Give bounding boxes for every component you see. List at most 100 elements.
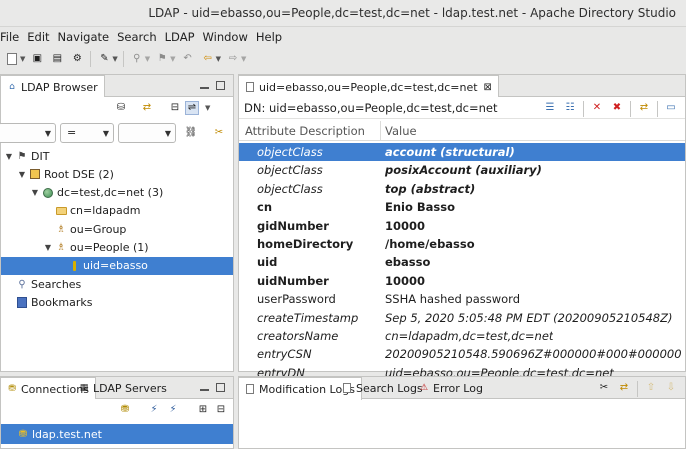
- tree-node[interactable]: ⚲ Searches: [1, 275, 233, 293]
- minimize-icon[interactable]: [198, 79, 210, 91]
- back-small-icon[interactable]: ↶: [181, 52, 195, 66]
- connect-dropdown-icon[interactable]: ▼: [112, 55, 117, 63]
- expand-toggle-icon[interactable]: ▼: [30, 188, 40, 197]
- attribute-value[interactable]: top (abstract): [381, 182, 475, 196]
- column-attribute-description[interactable]: Attribute Description: [239, 121, 381, 140]
- attribute-row[interactable]: objectClass account (structural): [239, 143, 685, 161]
- new-attribute-icon[interactable]: ☰: [543, 101, 557, 115]
- collapse-all-icon[interactable]: ⊟: [214, 403, 228, 417]
- link-with-editor-icon[interactable]: ⇌: [185, 101, 199, 115]
- expand-toggle-icon[interactable]: ▼: [4, 152, 14, 161]
- new-dropdown-icon[interactable]: ▼: [20, 55, 25, 63]
- maximize-icon[interactable]: [214, 381, 226, 393]
- tree-node[interactable]: Bookmarks: [1, 293, 233, 311]
- attribute-value[interactable]: Enio Basso: [381, 200, 455, 214]
- search-dropdown-icon[interactable]: ▼: [145, 55, 150, 63]
- menu-file[interactable]: File: [0, 30, 23, 44]
- forward-dropdown-icon[interactable]: ▼: [241, 55, 246, 63]
- close-connection-icon[interactable]: ⚡: [166, 403, 180, 417]
- attribute-row[interactable]: objectClass posixAccount (auxiliary): [239, 161, 685, 179]
- refresh-icon[interactable]: ⇄: [140, 101, 154, 115]
- tab-entry-editor[interactable]: uid=ebasso,ou=People,dc=test,dc=net ⊠: [238, 75, 499, 98]
- pin-icon[interactable]: ⚑: [155, 52, 169, 66]
- attribute-value[interactable]: Sep 5, 2020 5:05:48 PM EDT (202009052105…: [381, 311, 672, 325]
- delete-icon[interactable]: ✕: [590, 101, 604, 115]
- collapse-all-icon[interactable]: ⊟: [168, 101, 182, 115]
- attribute-value[interactable]: ebasso: [381, 255, 430, 269]
- filter-value-combo[interactable]: ▼: [118, 123, 176, 143]
- search-icon[interactable]: ⚲: [130, 52, 144, 66]
- attribute-row[interactable]: homeDirectory/home/ebasso: [239, 235, 685, 253]
- attribute-row[interactable]: uid ebasso: [239, 253, 685, 271]
- refresh-log-icon[interactable]: ⇄: [617, 381, 631, 395]
- attribute-row[interactable]: createTimestamp Sep 5, 2020 5:05:48 PM ED…: [239, 309, 685, 327]
- attribute-value[interactable]: cn=ldapadm,dc=test,dc=net: [381, 329, 553, 343]
- open-connection-icon[interactable]: ⚡: [147, 403, 161, 417]
- save-icon[interactable]: ▣: [30, 52, 44, 66]
- expand-all-icon[interactable]: ⊞: [196, 403, 210, 417]
- forward-arrow-icon[interactable]: ⇨: [226, 52, 240, 66]
- globe-icon: [42, 187, 54, 199]
- tab-ldap-servers[interactable]: ▦ LDAP Servers: [73, 377, 173, 399]
- editor-tabbar: uid=ebasso,ou=People,dc=test,dc=net ⊠: [238, 75, 685, 98]
- filter-operator-combo[interactable]: = ▼: [60, 123, 114, 143]
- next-icon[interactable]: ⇩: [664, 381, 678, 395]
- attribute-row[interactable]: cn Enio Basso: [239, 198, 685, 216]
- attribute-row[interactable]: creatorsName cn=ldapadm,dc=test,dc=net: [239, 327, 685, 345]
- tab-error-log[interactable]: ⚠ Error Log: [413, 377, 489, 399]
- clear-log-icon[interactable]: ✂: [597, 381, 611, 395]
- attribute-row[interactable]: gidNumber 10000: [239, 217, 685, 235]
- print-icon[interactable]: ▤: [50, 52, 64, 66]
- connect-icon[interactable]: ✎: [97, 52, 111, 66]
- view-menu-icon[interactable]: ▼: [205, 104, 210, 112]
- tree-node[interactable]: cn=ldapadm: [1, 202, 233, 220]
- attribute-value[interactable]: 20200905210548.590696Z#000000#000#000000: [381, 347, 682, 361]
- filter-icon[interactable]: ⛁: [114, 101, 128, 115]
- tree-node[interactable]: ▼ Root DSE (2): [1, 165, 233, 183]
- new-value-icon[interactable]: ☷: [563, 101, 577, 115]
- minimize-icon[interactable]: [198, 381, 210, 393]
- tree-node[interactable]: ▼ ♗ ou=People (1): [1, 239, 233, 257]
- connection-item[interactable]: ⛃ ldap.test.net: [1, 424, 233, 444]
- attribute-name: userPassword: [257, 292, 336, 307]
- refresh-icon[interactable]: ⇄: [637, 101, 651, 115]
- attribute-value[interactable]: /home/ebasso: [381, 237, 475, 251]
- menu-search[interactable]: Search: [113, 30, 161, 44]
- menu-navigate[interactable]: Navigate: [54, 30, 114, 44]
- tab-ldap-browser[interactable]: ⌂ LDAP Browser: [0, 75, 105, 98]
- attribute-value[interactable]: SSHA hashed password: [381, 292, 520, 306]
- attribute-row[interactable]: uidNumber 10000: [239, 272, 685, 290]
- expand-toggle-icon[interactable]: ▼: [43, 243, 53, 252]
- attribute-value[interactable]: posixAccount (auxiliary): [381, 163, 542, 177]
- menu-window[interactable]: Window: [199, 30, 252, 44]
- attribute-row[interactable]: entryCSN 20200905210548.590696Z#000000#00…: [239, 345, 685, 363]
- tree-node[interactable]: uid=ebasso: [1, 256, 233, 275]
- filter-attribute-combo[interactable]: ▼: [0, 123, 56, 143]
- delete-all-icon[interactable]: ✖: [610, 101, 624, 115]
- attribute-value[interactable]: account (structural): [381, 145, 515, 159]
- attribute-row[interactable]: userPassword SSHA hashed password: [239, 290, 685, 308]
- tree-node[interactable]: ▼ ⚑ DIT: [1, 147, 233, 165]
- attribute-value[interactable]: 10000: [381, 274, 425, 288]
- expand-toggle-icon[interactable]: ▼: [17, 170, 27, 179]
- new-icon[interactable]: [5, 52, 19, 66]
- clear-filter-icon[interactable]: ✂: [212, 126, 226, 140]
- settings-icon[interactable]: ⚙: [70, 52, 84, 66]
- close-tab-icon[interactable]: ⊠: [484, 82, 492, 93]
- back-arrow-icon[interactable]: ⇦: [201, 52, 215, 66]
- show-decorated-values-icon[interactable]: ▭: [664, 101, 678, 115]
- menu-edit[interactable]: Edit: [23, 30, 53, 44]
- menu-ldap[interactable]: LDAP: [161, 30, 199, 44]
- apply-filter-icon[interactable]: ⛓: [184, 126, 198, 140]
- previous-icon[interactable]: ⇧: [644, 381, 658, 395]
- pin-dropdown-icon[interactable]: ▼: [170, 55, 175, 63]
- menu-help[interactable]: Help: [252, 30, 286, 44]
- back-dropdown-icon[interactable]: ▼: [216, 55, 221, 63]
- new-connection-icon[interactable]: ⛃: [118, 403, 132, 417]
- attribute-row[interactable]: objectClass top (abstract): [239, 180, 685, 198]
- maximize-icon[interactable]: [214, 79, 226, 91]
- column-value[interactable]: Value: [381, 124, 417, 138]
- attribute-value[interactable]: 10000: [381, 219, 425, 233]
- tree-node[interactable]: ▼ dc=test,dc=net (3): [1, 184, 233, 202]
- tree-node[interactable]: ♗ ou=Group: [1, 220, 233, 238]
